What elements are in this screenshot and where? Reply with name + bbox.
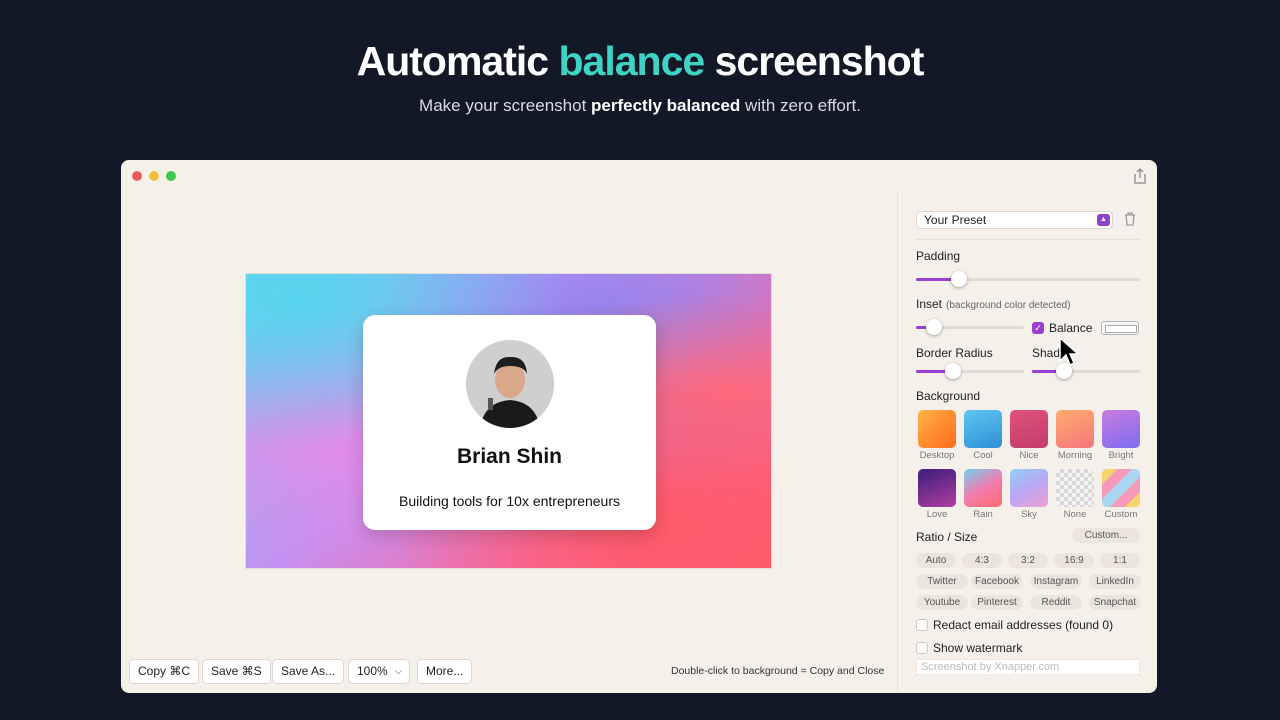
size-option-3-2[interactable]: 3:2 — [1008, 553, 1048, 568]
background-swatch-none[interactable] — [1056, 469, 1094, 507]
window-controls — [132, 171, 176, 181]
background-swatch-label: None — [1063, 509, 1087, 520]
minimize-window-button[interactable] — [149, 171, 159, 181]
share-icon[interactable] — [1133, 168, 1147, 184]
profile-bio: Building tools for 10x entrepreneurs — [398, 493, 621, 509]
size-option-instagram[interactable]: Instagram — [1030, 574, 1082, 589]
hero-sub-pre: Make your screenshot — [419, 96, 587, 115]
profile-name: Brian Shin — [456, 445, 562, 468]
inset-color-well[interactable] — [1101, 321, 1139, 335]
background-swatch-morning[interactable] — [1056, 410, 1094, 448]
background-swatch-label: Cool — [973, 450, 993, 461]
background-swatch-sky[interactable] — [1010, 469, 1048, 507]
padding-slider[interactable] — [916, 271, 1140, 287]
background-label: Background — [916, 389, 981, 403]
hero-sub-bold: perfectly balanced — [591, 96, 741, 115]
padding-label: Padding — [916, 249, 961, 263]
settings-sidebar: Your Preset ▲ Padding Inset (background c… — [897, 192, 1157, 693]
padding-slider-knob[interactable] — [950, 271, 967, 287]
redact-checkbox[interactable] — [916, 619, 928, 631]
border-radius-label: Border Radius — [916, 346, 993, 360]
background-swatch-custom[interactable] — [1102, 469, 1140, 507]
background-swatch-label: Nice — [1019, 450, 1039, 461]
size-option-facebook[interactable]: Facebook — [971, 574, 1023, 589]
background-swatch-desktop[interactable] — [918, 410, 956, 448]
redact-label: Redact email addresses (found 0) — [933, 618, 1114, 632]
hero-title-pre: Automatic — [356, 38, 549, 84]
size-option-pinterest[interactable]: Pinterest — [971, 595, 1023, 610]
size-option-linkedin[interactable]: LinkedIn — [1089, 574, 1141, 589]
background-swatch-label: Desktop — [919, 450, 955, 461]
zoom-window-button[interactable] — [166, 171, 176, 181]
background-swatch-love[interactable] — [918, 469, 956, 507]
hero-sub-post: with zero effort. — [745, 96, 861, 115]
zoom-select[interactable]: 100% ⌵ — [348, 659, 410, 684]
ratio-size-label: Ratio / Size — [916, 530, 978, 544]
chevron-updown-icon: ▲ — [1097, 214, 1110, 226]
avatar — [466, 340, 554, 428]
hero-title: Automatic balance screenshot — [0, 38, 1280, 85]
size-option-reddit[interactable]: Reddit — [1030, 595, 1082, 610]
inset-label-text: Inset — [916, 297, 943, 311]
more-button[interactable]: More... — [417, 659, 473, 684]
preset-select[interactable]: Your Preset ▲ — [916, 211, 1113, 229]
watermark-label: Show watermark — [933, 641, 1023, 655]
background-swatch-label: Rain — [973, 509, 993, 520]
inset-note: (background color detected) — [946, 300, 1071, 311]
save-button[interactable]: Save ⌘S — [202, 659, 271, 684]
background-swatch-nice[interactable] — [1010, 410, 1048, 448]
size-option-16-9[interactable]: 16:9 — [1054, 553, 1094, 568]
screenshot-preview[interactable]: Brian Shin Building tools for 10x entrep… — [245, 273, 772, 569]
shadow-slider[interactable] — [1032, 363, 1140, 379]
custom-size-button[interactable]: Custom... — [1072, 528, 1140, 543]
background-swatch-label: Morning — [1057, 450, 1093, 461]
save-as-button[interactable]: Save As... — [272, 659, 345, 684]
chevron-down-icon: ⌵ — [395, 666, 402, 676]
zoom-value: 100% — [357, 664, 388, 678]
profile-card: Brian Shin Building tools for 10x entrep… — [363, 315, 656, 530]
watermark-input[interactable]: Screenshot by Xnapper.com — [916, 659, 1140, 675]
divider — [916, 239, 1140, 240]
balance-checkbox[interactable]: ✓ — [1032, 322, 1044, 334]
mouse-pointer-icon — [1059, 337, 1080, 367]
inset-slider[interactable] — [916, 319, 1024, 335]
preset-value: Your Preset — [924, 213, 987, 227]
size-option-auto[interactable]: Auto — [916, 553, 956, 568]
toolbar-hint: Double-click to background = Copy and Cl… — [671, 665, 885, 677]
balance-label: Balance — [1049, 321, 1093, 335]
copy-button[interactable]: Copy ⌘C — [129, 659, 200, 684]
border-radius-slider[interactable] — [916, 363, 1024, 379]
background-swatch-bright[interactable] — [1102, 410, 1140, 448]
app-window: Brian Shin Building tools for 10x entrep… — [121, 160, 1157, 693]
hero-subtitle: Make your screenshot perfectly balanced … — [0, 96, 1280, 116]
watermark-checkbox[interactable] — [916, 642, 928, 654]
size-option-1-1[interactable]: 1:1 — [1100, 553, 1140, 568]
close-window-button[interactable] — [132, 171, 142, 181]
inset-label: Inset (background color detected) — [916, 297, 1071, 311]
size-option-youtube[interactable]: Youtube — [916, 595, 968, 610]
hero-title-accent: balance — [558, 38, 706, 84]
background-swatch-cool[interactable] — [964, 410, 1002, 448]
background-swatch-label: Bright — [1108, 450, 1134, 461]
inset-slider-knob[interactable] — [926, 319, 943, 335]
border-radius-slider-knob[interactable] — [944, 363, 961, 379]
hero-title-post: screenshot — [714, 38, 925, 84]
background-swatch-label: Custom — [1104, 509, 1138, 520]
trash-icon[interactable] — [1124, 212, 1136, 226]
background-swatch-label: Love — [926, 509, 948, 520]
size-option-snapchat[interactable]: Snapchat — [1089, 595, 1141, 610]
background-swatch-rain[interactable] — [964, 469, 1002, 507]
size-option-twitter[interactable]: Twitter — [916, 574, 968, 589]
size-option-4-3[interactable]: 4:3 — [962, 553, 1002, 568]
background-swatch-label: Sky — [1021, 509, 1037, 520]
